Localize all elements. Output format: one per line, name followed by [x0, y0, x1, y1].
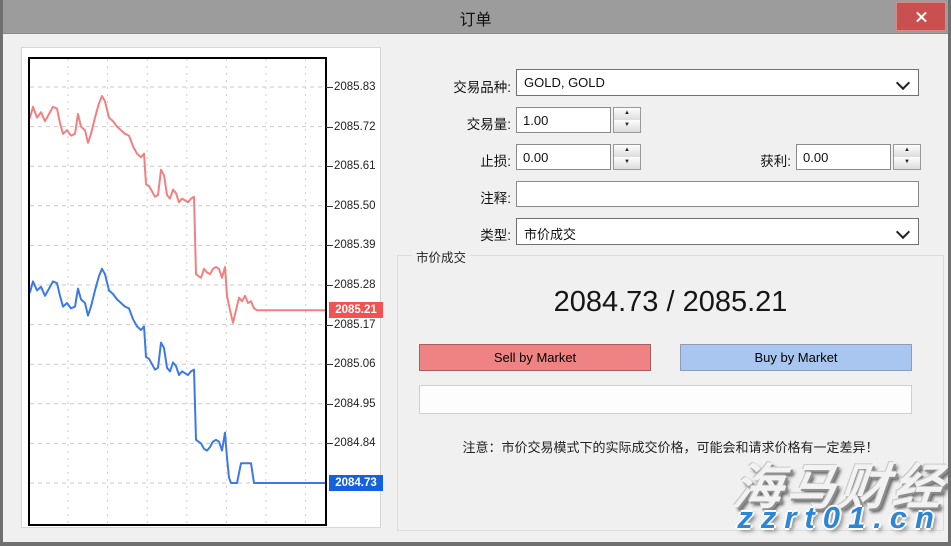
order-type-value: 市价成交: [524, 224, 576, 243]
comment-label: 注释:: [401, 187, 511, 207]
y-axis-tick-label: 2084.84: [334, 437, 386, 449]
takeprofit-spin-buttons: ▲ ▼: [893, 144, 921, 170]
titlebar: 订单: [3, 0, 948, 34]
y-axis-tick-label: 2085.39: [334, 239, 386, 251]
arrow-down-icon: ▼: [614, 157, 640, 168]
y-axis-tick-mark: [326, 87, 333, 88]
buy-by-market-button[interactable]: Buy by Market: [680, 344, 912, 371]
takeprofit-decrease-button[interactable]: ▼: [894, 157, 920, 169]
sell-by-market-button[interactable]: Sell by Market: [419, 344, 651, 371]
takeprofit-input[interactable]: [796, 144, 891, 170]
ask-price-badge: 2085.21: [329, 302, 383, 318]
bid-ask-quote: 2084.73 / 2085.21: [398, 286, 943, 319]
volume-label: 交易量:: [401, 113, 511, 133]
y-axis-tick-label: 2085.28: [334, 279, 386, 291]
close-icon: [915, 10, 928, 23]
volume-spinner: ▲ ▼: [516, 107, 641, 133]
arrow-up-icon: ▲: [614, 108, 640, 119]
y-axis-tick-label: 2084.95: [334, 398, 386, 410]
watermark-site: zzrt01.cn: [737, 500, 942, 536]
bid-price-badge: 2084.73: [329, 475, 383, 491]
tick-chart-svg: [30, 59, 325, 524]
y-axis-tick-label: 2085.06: [334, 358, 386, 370]
y-axis-tick-mark: [326, 404, 333, 405]
volume-spin-buttons: ▲ ▼: [613, 107, 641, 133]
symbol-value: GOLD, GOLD: [524, 75, 605, 90]
dialog-title: 订单: [3, 6, 948, 30]
y-axis-tick-mark: [326, 245, 333, 246]
y-axis-tick-mark: [326, 364, 333, 365]
y-axis-tick-mark: [326, 443, 333, 444]
y-axis-tick-mark: [326, 285, 333, 286]
arrow-up-icon: ▲: [614, 145, 640, 156]
arrow-down-icon: ▼: [894, 157, 920, 168]
tick-chart-panel: 2085.832085.722085.612085.502085.392085.…: [21, 47, 381, 528]
symbol-label: 交易品种:: [401, 76, 511, 96]
arrow-up-icon: ▲: [894, 145, 920, 156]
stoploss-label: 止损:: [401, 150, 511, 170]
y-axis-tick-label: 2085.17: [334, 319, 386, 331]
order-dialog: 订单 2085.832085.722085.612085.502085.3920…: [0, 0, 951, 546]
tick-chart: [28, 57, 327, 526]
y-axis-tick-label: 2085.50: [334, 200, 386, 212]
y-axis-tick-label: 2085.83: [334, 81, 386, 93]
stoploss-decrease-button[interactable]: ▼: [614, 157, 640, 169]
volume-input[interactable]: [516, 107, 611, 133]
close-button[interactable]: [896, 2, 946, 31]
takeprofit-label: 获利:: [681, 150, 791, 170]
type-label: 类型:: [401, 224, 511, 244]
takeprofit-spinner: ▲ ▼: [796, 144, 921, 170]
y-axis-tick-mark: [326, 166, 333, 167]
stoploss-spin-buttons: ▲ ▼: [613, 144, 641, 170]
execution-progress-box: [419, 385, 912, 414]
stoploss-spinner: ▲ ▼: [516, 144, 641, 170]
group-title: 市价成交: [412, 247, 470, 266]
volume-decrease-button[interactable]: ▼: [614, 120, 640, 132]
y-axis-tick-label: 2085.61: [334, 160, 386, 172]
y-axis-tick-mark: [326, 127, 333, 128]
comment-input[interactable]: [516, 181, 919, 207]
stoploss-input[interactable]: [516, 144, 611, 170]
order-type-select[interactable]: 市价成交: [516, 218, 919, 245]
chevron-down-icon: [896, 76, 910, 90]
y-axis-tick-label: 2085.72: [334, 121, 386, 133]
arrow-down-icon: ▼: [614, 120, 640, 131]
y-axis-tick-mark: [326, 206, 333, 207]
y-axis-tick-mark: [326, 325, 333, 326]
symbol-select[interactable]: GOLD, GOLD: [516, 69, 919, 96]
chevron-down-icon: [896, 225, 910, 239]
